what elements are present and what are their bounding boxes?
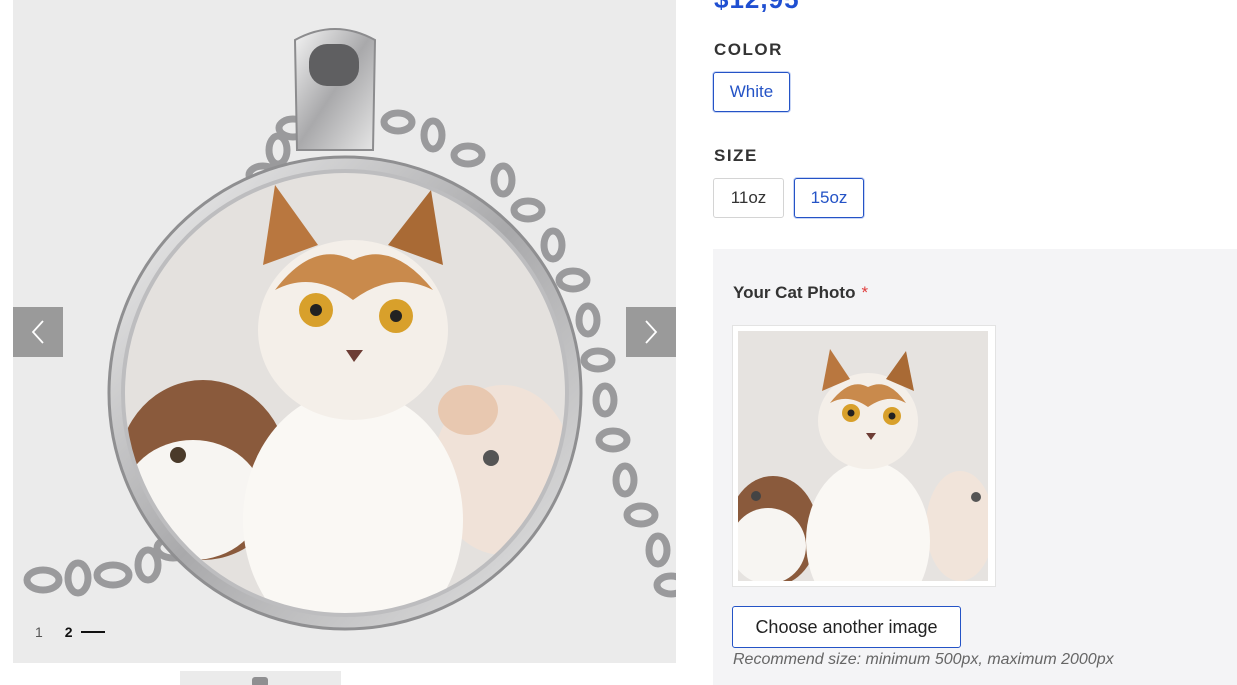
uploaded-photo xyxy=(738,331,988,581)
product-gallery: 1 2 xyxy=(13,0,676,663)
upload-label-text: Your Cat Photo xyxy=(733,283,856,302)
upload-size-hint: Recommend size: minimum 500px, maximum 2… xyxy=(733,651,1114,668)
pager-page-2[interactable]: 2 xyxy=(65,624,73,640)
color-option-label: COLOR xyxy=(714,40,783,59)
product-image xyxy=(23,28,676,631)
choose-another-image-button[interactable]: Choose another image xyxy=(732,606,961,648)
gallery-thumbnail[interactable] xyxy=(180,671,341,685)
chevron-left-icon xyxy=(31,320,44,344)
pager-active-indicator xyxy=(80,631,105,633)
product-price: $12,95 xyxy=(714,0,800,15)
thumbnail-image xyxy=(252,677,268,685)
color-option-white[interactable]: White xyxy=(713,72,790,112)
next-image-button[interactable] xyxy=(626,307,676,357)
chevron-right-icon xyxy=(645,320,658,344)
size-option-11oz[interactable]: 11oz xyxy=(713,178,784,218)
uploaded-photo-preview xyxy=(732,325,996,587)
gallery-pager: 1 2 xyxy=(35,624,105,640)
pager-page-1[interactable]: 1 xyxy=(35,624,43,640)
size-option-label: SIZE xyxy=(714,146,758,165)
upload-field-label: Your Cat Photo * xyxy=(733,283,868,303)
required-marker: * xyxy=(861,283,869,302)
prev-image-button[interactable] xyxy=(13,307,63,357)
photo-upload-panel: Your Cat Photo * Choose another image Rec… xyxy=(713,249,1237,685)
size-option-15oz[interactable]: 15oz xyxy=(794,178,864,218)
